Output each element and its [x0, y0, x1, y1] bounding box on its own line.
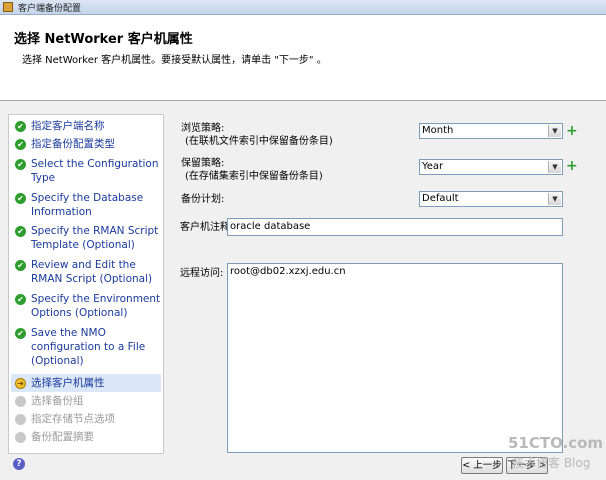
schedule-select[interactable]: Default ▼ — [419, 191, 563, 207]
arrow-right-icon: ➜ — [15, 378, 26, 389]
pending-dot-icon — [15, 414, 26, 425]
step-label: Review and Edit the RMAN Script (Optiona… — [31, 259, 153, 285]
pending-dot-icon — [15, 432, 26, 443]
remote-access-label: 远程访问: — [180, 268, 224, 279]
chevron-down-icon: ▼ — [548, 193, 561, 205]
remote-access-textarea[interactable]: root@db02.xzxj.edu.cn — [227, 263, 563, 453]
comment-input[interactable]: oracle database — [227, 218, 563, 236]
textarea-value: root@db02.xzxj.edu.cn — [230, 266, 346, 277]
step-label: Specify the RMAN Script Template (Option… — [31, 225, 159, 251]
retention-policy-label: 保留策略: — [181, 158, 225, 169]
check-icon: ✔ — [15, 328, 26, 339]
check-icon: ✔ — [15, 159, 26, 170]
help-icon[interactable]: ? — [13, 458, 25, 470]
app-icon — [3, 2, 13, 12]
browse-policy-select[interactable]: Month ▼ — [419, 123, 563, 139]
step-label: Specify the Database Information — [31, 192, 144, 218]
step-item[interactable]: ✔ Save the NMO configuration to a File (… — [11, 326, 161, 368]
step-item[interactable]: ✔ 指定客户端名称 — [11, 119, 161, 133]
wizard-header: 选择 NetWorker 客户机属性 选择 NetWorker 客户机属性。要接… — [0, 15, 606, 101]
step-label: 指定存储节点选项 — [31, 413, 115, 425]
step-item: 备份配置摘要 — [11, 430, 161, 444]
title-bar: 客户端备份配置 — [0, 0, 606, 15]
retention-policy-hint: (在存储集索引中保留备份条目) — [185, 171, 323, 182]
back-button[interactable]: < 上一步 — [461, 457, 503, 474]
wizard-body: ✔ 指定客户端名称 ✔ 指定备份配置类型 ✔ Select the Config… — [0, 101, 606, 480]
chevron-down-icon: ▼ — [548, 161, 561, 173]
chevron-down-icon: ▼ — [548, 125, 561, 137]
browse-policy-label: 浏览策略: — [181, 123, 225, 134]
step-item[interactable]: ✔ Specify the RMAN Script Template (Opti… — [11, 224, 161, 252]
check-icon: ✔ — [15, 121, 26, 132]
step-label: Specify the Environment Options (Optiona… — [31, 293, 161, 319]
check-icon: ✔ — [15, 260, 26, 271]
window-title: 客户端备份配置 — [18, 4, 82, 14]
select-value: Month — [422, 125, 454, 136]
step-label: 选择客户机属性 — [31, 377, 105, 389]
page-subtitle: 选择 NetWorker 客户机属性。要接受默认属性，请单击 "下一步" 。 — [22, 55, 327, 66]
step-label: 选择备份组 — [31, 395, 84, 407]
select-value: Year — [422, 161, 444, 172]
step-item-current[interactable]: ➜ 选择客户机属性 — [11, 374, 161, 392]
steps-panel: ✔ 指定客户端名称 ✔ 指定备份配置类型 ✔ Select the Config… — [8, 114, 164, 454]
step-label: 指定客户端名称 — [31, 120, 105, 132]
step-label: 指定备份配置类型 — [31, 138, 115, 150]
check-icon: ✔ — [15, 193, 26, 204]
check-icon: ✔ — [15, 294, 26, 305]
comment-label: 客户机注释: — [180, 222, 234, 233]
add-icon[interactable]: + — [566, 124, 578, 138]
step-item[interactable]: ✔ Select the Configuration Type — [11, 157, 161, 185]
check-icon: ✔ — [15, 139, 26, 150]
check-icon: ✔ — [15, 226, 26, 237]
input-value: oracle database — [230, 221, 311, 232]
step-item[interactable]: ✔ Review and Edit the RMAN Script (Optio… — [11, 258, 161, 286]
browse-policy-hint: (在联机文件索引中保留备份条目) — [185, 136, 333, 147]
step-item[interactable]: ✔ Specify the Environment Options (Optio… — [11, 292, 161, 320]
watermark-logo: 51CTO.com — [508, 434, 604, 452]
step-item[interactable]: ✔ 指定备份配置类型 — [11, 137, 161, 151]
watermark-caption: 技术博客 Blog — [512, 456, 591, 470]
add-icon[interactable]: + — [566, 159, 578, 173]
step-item: 选择备份组 — [11, 394, 161, 408]
retention-policy-select[interactable]: Year ▼ — [419, 159, 563, 175]
page-title: 选择 NetWorker 客户机属性 — [14, 32, 193, 47]
step-item: 指定存储节点选项 — [11, 412, 161, 426]
step-label: Save the NMO configuration to a File (Op… — [31, 327, 146, 367]
pending-dot-icon — [15, 396, 26, 407]
step-label: Select the Configuration Type — [31, 158, 159, 184]
step-item[interactable]: ✔ Specify the Database Information — [11, 191, 161, 219]
select-value: Default — [422, 193, 459, 204]
schedule-label: 备份计划: — [181, 194, 225, 205]
step-label: 备份配置摘要 — [31, 431, 94, 443]
